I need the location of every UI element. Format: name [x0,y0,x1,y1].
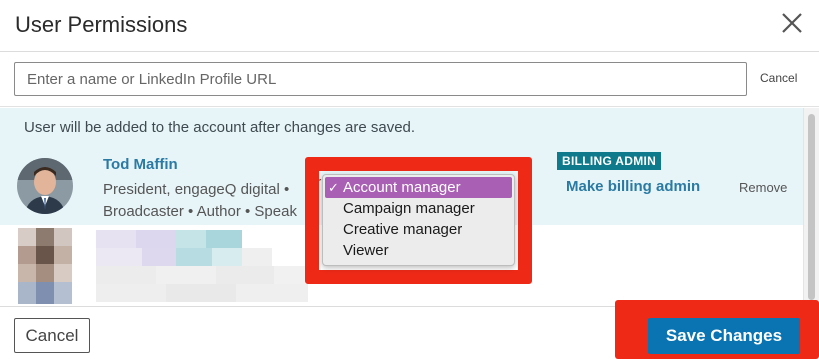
scrollbar-thumb[interactable] [808,114,815,300]
role-option-campaign-manager[interactable]: Campaign manager [323,198,514,219]
cancel-button[interactable]: Cancel [14,318,90,353]
notice-text: User will be added to the account after … [24,119,416,136]
avatar [17,158,73,214]
close-icon[interactable] [779,10,805,36]
scrollbar[interactable] [803,108,819,306]
role-option-label: Account manager [343,179,461,196]
user-name-link[interactable]: Tod Maffin [103,156,178,173]
blurred-avatar [18,228,72,304]
search-cancel-link[interactable]: Cancel [760,71,797,85]
save-changes-button[interactable]: Save Changes [648,318,800,354]
remove-link[interactable]: Remove [739,180,787,195]
role-dropdown-menu[interactable]: ✓ Account manager Campaign manager Creat… [322,174,515,266]
headline-line-1: President, engageQ digital • [103,181,290,198]
role-option-viewer[interactable]: Viewer [323,240,514,261]
user-headline: President, engageQ digital • Broadcaster… [103,179,318,223]
dialog-header: User Permissions [0,0,819,52]
role-option-label: Campaign manager [343,200,475,217]
checkmark-icon: ✓ [328,180,339,195]
billing-admin-badge: BILLING ADMIN [557,152,662,170]
role-option-creative-manager[interactable]: Creative manager [323,219,514,240]
blurred-user-info [96,230,308,302]
headline-line-2: Broadcaster • Author • Speak [103,203,297,220]
make-billing-admin-link[interactable]: Make billing admin [566,178,700,195]
dialog-title: User Permissions [15,12,188,37]
role-option-label: Viewer [343,242,389,259]
role-option-account-manager[interactable]: ✓ Account manager [325,177,512,198]
search-input[interactable] [14,62,747,96]
search-row: Cancel [0,53,819,107]
role-option-label: Creative manager [343,221,463,238]
